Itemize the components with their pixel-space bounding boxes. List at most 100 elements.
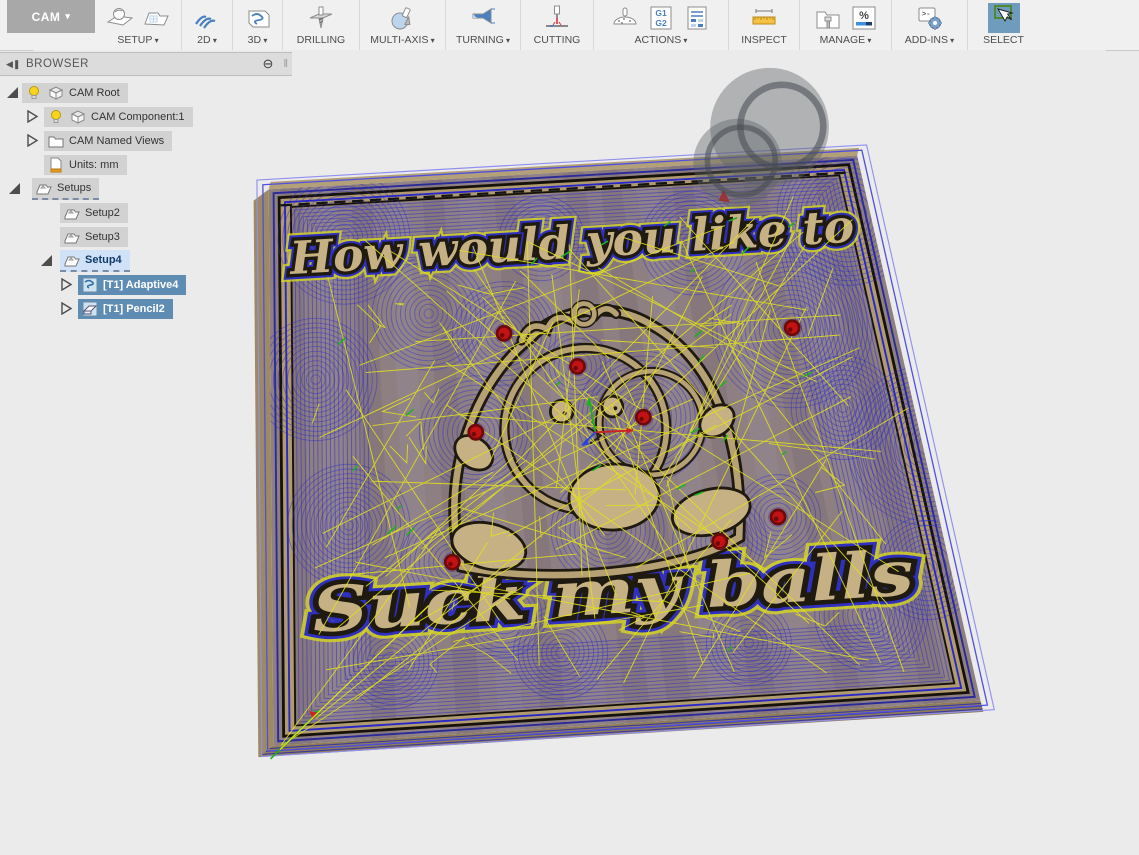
component-icon bbox=[69, 108, 87, 126]
chevron-down-icon: ▾ bbox=[65, 11, 70, 22]
chevron-down-icon: ▾ bbox=[681, 36, 687, 45]
tree-item-units-mm[interactable]: Units: mm bbox=[0, 154, 127, 176]
svg-text:G1: G1 bbox=[655, 8, 667, 18]
expand-expander-icon[interactable] bbox=[26, 134, 39, 147]
toolbar-group-label: CUTTING bbox=[534, 34, 581, 46]
toolbar-group-label[interactable]: ADD-INS ▾ bbox=[905, 34, 954, 46]
tree-item-cam-root[interactable]: CAM Root bbox=[0, 82, 128, 104]
setup-icon bbox=[35, 179, 53, 197]
toolbar-group-label[interactable]: MANAGE ▾ bbox=[820, 34, 872, 46]
tree-item-setup3[interactable]: Setup3 bbox=[0, 226, 128, 248]
tree-item-chip[interactable]: CAM Named Views bbox=[44, 131, 172, 151]
folder-icon bbox=[47, 132, 65, 150]
chevron-down-icon: ▾ bbox=[504, 36, 510, 45]
setup-icon bbox=[63, 228, 81, 246]
setup-sheet-icon[interactable] bbox=[681, 3, 713, 33]
chevron-down-icon: ▾ bbox=[211, 36, 217, 45]
bulb-icon bbox=[47, 108, 65, 126]
panel-collapse-icon[interactable]: ◀❚ bbox=[6, 59, 20, 70]
viewport-canvas[interactable]: How would you like toHow would you like … bbox=[0, 50, 1139, 855]
chevron-down-icon: ▾ bbox=[428, 36, 434, 45]
setup-new-icon[interactable] bbox=[104, 3, 136, 33]
toolbar-group-label: DRILLING bbox=[297, 34, 345, 46]
turning-icon[interactable] bbox=[467, 3, 499, 33]
tree-item--t1-pencil2[interactable]: [T1] Pencil2 bbox=[0, 298, 173, 320]
tree-item-label: Setup3 bbox=[85, 231, 120, 243]
toolbar-group-actions: G1G2ACTIONS ▾ bbox=[593, 0, 728, 50]
chevron-down-icon: ▾ bbox=[948, 36, 954, 45]
tree-item-chip[interactable]: Setup4 bbox=[60, 250, 130, 272]
browser-panel: ◀❚ BROWSER ⊖ ‖ CAM RootCAM Component:1CA… bbox=[0, 52, 292, 82]
multiaxis-icon[interactable] bbox=[387, 3, 419, 33]
setup-icon bbox=[63, 204, 81, 222]
collapse-expander-icon[interactable] bbox=[6, 86, 19, 99]
tree-item-cam-named-views[interactable]: CAM Named Views bbox=[0, 130, 172, 152]
adaptive3d-icon[interactable] bbox=[242, 3, 274, 33]
drill-mark bbox=[636, 410, 650, 424]
bulb-icon bbox=[25, 84, 43, 102]
cam-workspace-menu[interactable]: CAM ▾ bbox=[7, 0, 95, 33]
tree-item-chip[interactable]: Setups bbox=[32, 178, 99, 200]
component-icon bbox=[47, 84, 65, 102]
toolbar-group-label[interactable]: ACTIONS ▾ bbox=[635, 34, 688, 46]
chevron-down-icon: ▾ bbox=[865, 36, 871, 45]
cam-menu-label: CAM bbox=[32, 10, 61, 24]
collapse-expander-icon[interactable] bbox=[8, 182, 21, 195]
toolbar-group-cutting: CUTTING bbox=[520, 0, 593, 50]
browser-title: BROWSER bbox=[26, 58, 263, 70]
toolbar-group-setup: SETUP ▾ bbox=[95, 0, 181, 50]
toolbar-group-label[interactable]: TURNING ▾ bbox=[456, 34, 510, 46]
expand-expander-icon[interactable] bbox=[60, 302, 73, 315]
tree-item-chip[interactable]: Units: mm bbox=[44, 155, 127, 175]
tree-item-chip[interactable]: CAM Component:1 bbox=[44, 107, 193, 127]
tree-item-chip[interactable]: Setup3 bbox=[60, 227, 128, 247]
tree-item-chip[interactable]: CAM Root bbox=[22, 83, 128, 103]
toolbar-group-manage: % MANAGE ▾ bbox=[799, 0, 891, 50]
minimize-panel-icon[interactable]: ⊖ bbox=[263, 56, 274, 72]
toolbar-group-label[interactable]: SETUP ▾ bbox=[117, 34, 158, 46]
tree-item--t1-adaptive4[interactable]: [T1] Adaptive4 bbox=[0, 274, 186, 296]
toolbar-group-inspect: INSPECT bbox=[728, 0, 799, 50]
post-process-icon[interactable] bbox=[609, 3, 641, 33]
measure-icon[interactable] bbox=[748, 3, 780, 33]
toolbar: CAM ▾ SETUP ▾ 2D ▾ 3D ▾ DRILLING MULTI-AXIS … bbox=[0, 0, 1139, 51]
pocket2d-icon[interactable] bbox=[191, 3, 223, 33]
drill-mark bbox=[771, 510, 785, 524]
toolbar-group-label[interactable]: 3D ▾ bbox=[248, 34, 268, 46]
drill-icon[interactable] bbox=[305, 3, 337, 33]
tree-item-label: [T1] Adaptive4 bbox=[103, 279, 178, 291]
toolbar-group-label[interactable]: 2D ▾ bbox=[197, 34, 217, 46]
tree-item-chip[interactable]: Setup2 bbox=[60, 203, 128, 223]
drill-mark bbox=[785, 321, 799, 335]
tree-item-chip[interactable]: [T1] Adaptive4 bbox=[78, 275, 186, 295]
expand-expander-icon[interactable] bbox=[26, 110, 39, 123]
setup-folder-icon[interactable] bbox=[140, 3, 172, 33]
toolbar-group-label[interactable]: MULTI-AXIS ▾ bbox=[370, 34, 434, 46]
panel-resize-handle[interactable]: ‖ bbox=[283, 58, 288, 70]
setup-icon bbox=[63, 251, 81, 269]
collapse-expander-icon[interactable] bbox=[40, 254, 53, 267]
drill-mark bbox=[497, 326, 511, 340]
tree-item-cam-component-1[interactable]: CAM Component:1 bbox=[0, 106, 193, 128]
svg-text:%: % bbox=[859, 10, 869, 22]
toolbar-group-3d: 3D ▾ bbox=[232, 0, 282, 50]
tree-item-setups[interactable]: Setups bbox=[0, 178, 99, 200]
tree-item-setup4[interactable]: Setup4 bbox=[0, 250, 130, 272]
tree-item-setup2[interactable]: Setup2 bbox=[0, 202, 128, 224]
feeds-icon[interactable]: % bbox=[848, 3, 880, 33]
toolbar-groups: SETUP ▾ 2D ▾ 3D ▾ DRILLING MULTI-AXIS ▾ TURNI… bbox=[95, 0, 1039, 50]
svg-text:G2: G2 bbox=[655, 18, 667, 28]
tree-item-label: CAM Root bbox=[69, 87, 120, 99]
expand-expander-icon[interactable] bbox=[60, 278, 73, 291]
scripts-icon[interactable]: >- bbox=[914, 3, 946, 33]
tree-item-label: Units: mm bbox=[69, 159, 119, 171]
gcode-icon[interactable]: G1G2 bbox=[645, 3, 677, 33]
toolbar-group-drilling: DRILLING bbox=[282, 0, 359, 50]
toolbar-group-add-ins: >- ADD-INS ▾ bbox=[891, 0, 967, 50]
tree-item-label: [T1] Pencil2 bbox=[103, 303, 165, 315]
select-icon[interactable] bbox=[988, 3, 1020, 33]
tree-item-chip[interactable]: [T1] Pencil2 bbox=[78, 299, 173, 319]
svg-text:>-: >- bbox=[922, 11, 930, 19]
cutting-icon[interactable] bbox=[541, 3, 573, 33]
tool-library-icon[interactable] bbox=[812, 3, 844, 33]
